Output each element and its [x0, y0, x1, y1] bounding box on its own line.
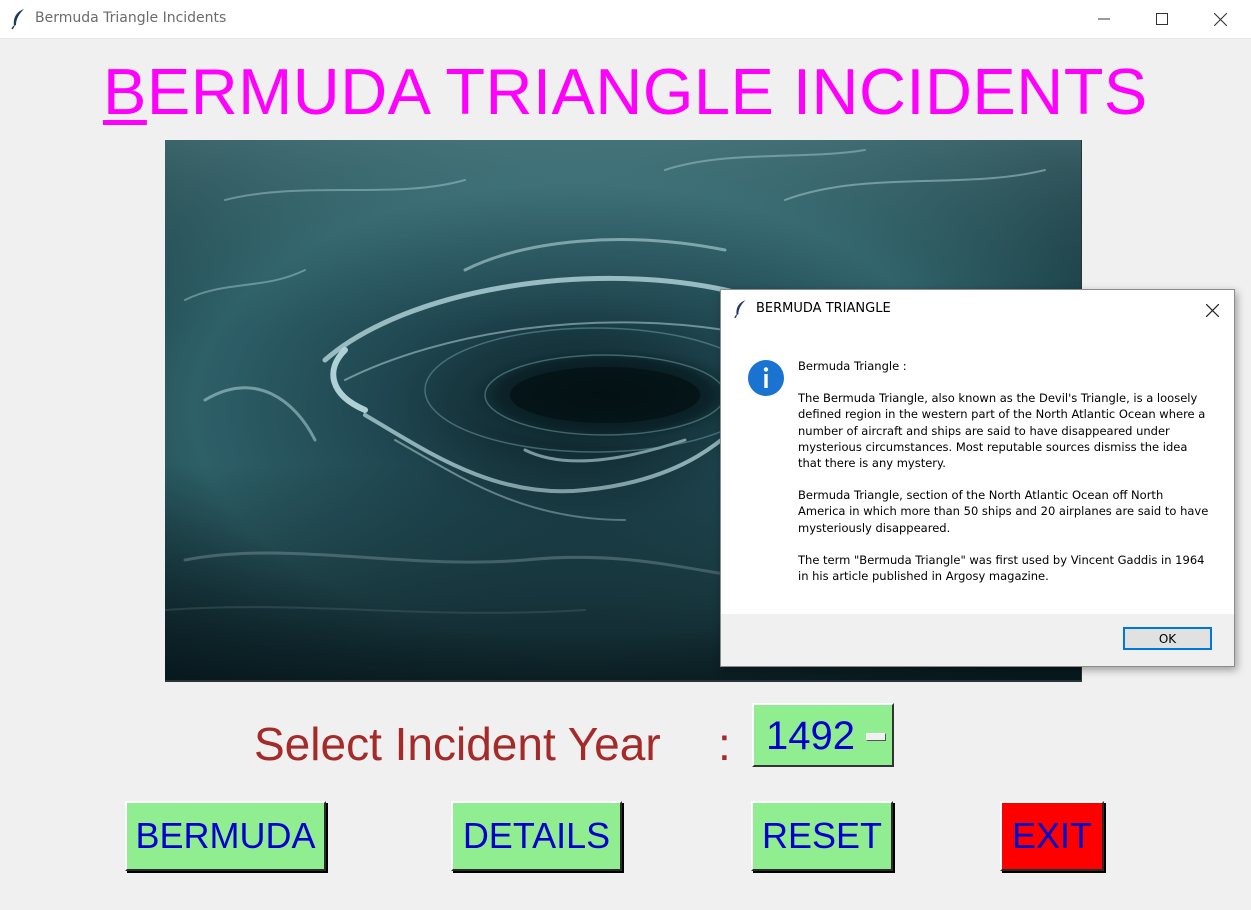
dialog-paragraph: The term "Bermuda Triangle" was first us…	[798, 552, 1205, 584]
info-dialog: BERMUDA TRIANGLE Bermuda Triangle : The …	[720, 289, 1235, 667]
year-value: 1492	[766, 714, 855, 758]
dialog-title: BERMUDA TRIANGLE	[756, 301, 891, 316]
bermuda-button[interactable]: BERMUDA	[125, 801, 326, 871]
feather-icon	[10, 8, 28, 30]
maximize-button[interactable]	[1133, 0, 1191, 38]
close-button[interactable]	[1191, 0, 1249, 38]
window-title: Bermuda Triangle Incidents	[35, 10, 227, 26]
info-icon	[747, 359, 785, 397]
dialog-paragraph: Bermuda Triangle, section of the North A…	[798, 488, 1209, 535]
year-colon: :	[718, 718, 731, 770]
reset-button[interactable]: RESET	[751, 801, 893, 871]
heading-rest: ERMUDA TRIANGLE INCIDENTS	[146, 55, 1148, 128]
details-button[interactable]: DETAILS	[451, 801, 622, 871]
maximize-icon	[1156, 13, 1168, 25]
exit-button[interactable]: EXIT	[1000, 801, 1104, 871]
dialog-paragraph: Bermuda Triangle :	[798, 359, 907, 373]
year-menubutton[interactable]: 1492	[752, 703, 894, 767]
page-heading: BERMUDA TRIANGLE INCIDENTS	[103, 54, 1148, 130]
close-icon	[1205, 303, 1219, 317]
title-bar: Bermuda Triangle Incidents	[0, 0, 1251, 39]
minimize-button[interactable]	[1075, 0, 1133, 38]
ok-button[interactable]: OK	[1123, 627, 1212, 650]
heading-first-letter: B	[103, 55, 147, 128]
minimize-icon	[1098, 18, 1110, 20]
dialog-footer: OK	[721, 614, 1234, 666]
feather-icon	[733, 299, 749, 319]
dialog-message: Bermuda Triangle : The Bermuda Triangle,…	[798, 358, 1213, 600]
dialog-paragraph: The Bermuda Triangle, also known as the …	[798, 391, 1206, 471]
dropdown-indicator-icon	[866, 733, 886, 741]
year-label: Select Incident Year	[254, 718, 661, 770]
dialog-close-button[interactable]	[1199, 298, 1225, 322]
close-icon	[1213, 12, 1227, 26]
